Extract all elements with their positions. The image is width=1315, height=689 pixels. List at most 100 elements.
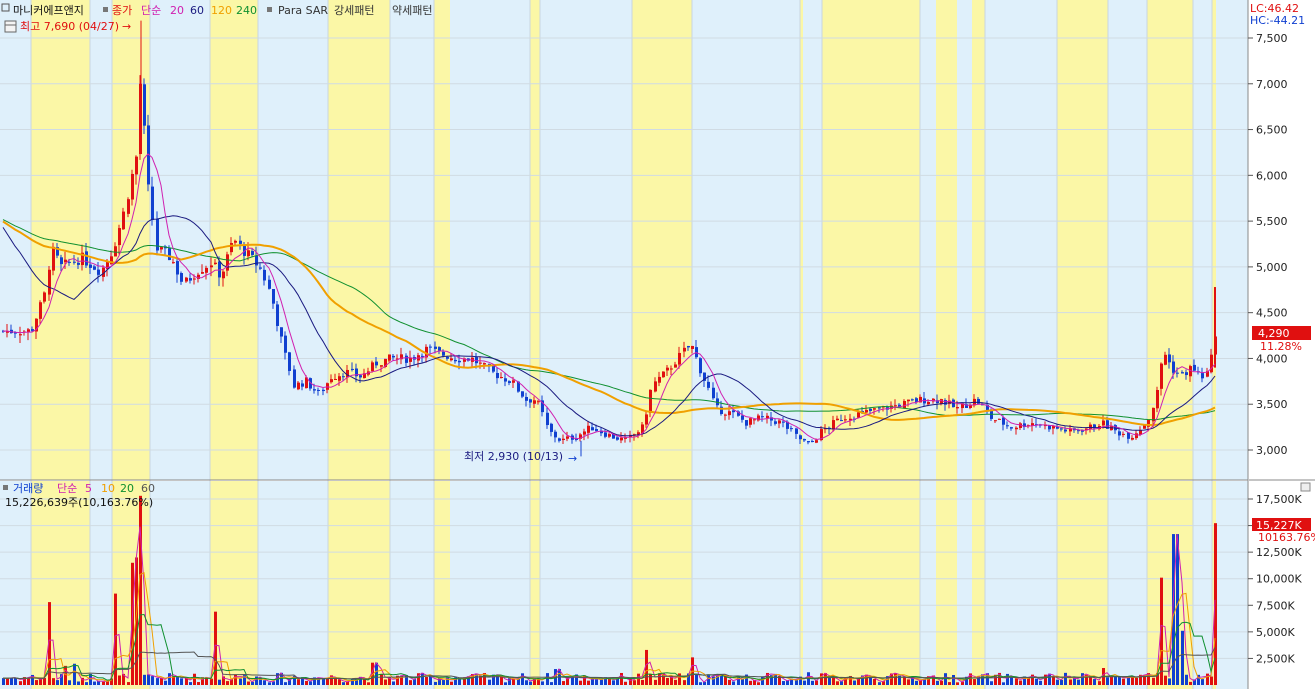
candle-body: [803, 438, 806, 441]
candle-body: [666, 367, 669, 371]
volume-bar: [1168, 678, 1171, 685]
volume-bar: [1089, 676, 1092, 685]
volume-bar: [156, 678, 159, 685]
candle-body: [533, 400, 536, 404]
strong-band: [328, 481, 390, 689]
candle-body: [334, 378, 337, 380]
candle-body: [251, 251, 254, 255]
volume-bar: [973, 679, 976, 685]
candle-body: [272, 289, 275, 304]
volume-bar: [6, 678, 9, 685]
volume-bar: [342, 682, 345, 685]
volume-bar: [1118, 676, 1121, 685]
volume-bar: [1098, 681, 1101, 685]
candle-body: [60, 257, 63, 265]
volume-bar: [143, 674, 146, 685]
candle-body: [591, 427, 594, 431]
candle-body: [712, 387, 715, 399]
volume-tick-label: 10,000K: [1256, 573, 1302, 586]
strong-band: [1057, 481, 1108, 689]
volume-bar: [1201, 679, 1204, 685]
volume-bar: [956, 682, 959, 685]
volume-bar: [853, 680, 856, 685]
volume-bar: [247, 681, 250, 685]
volume-bar: [375, 662, 378, 685]
parasar-label: Para SAR: [278, 4, 328, 17]
volume-bar: [641, 679, 644, 685]
table-icon[interactable]: [4, 20, 17, 33]
candle-body: [342, 376, 345, 378]
volume-bar: [1019, 680, 1022, 685]
candle-body: [546, 412, 549, 426]
volume-label: 거래량: [13, 482, 43, 495]
volume-bar: [803, 680, 806, 685]
volume-ma-type: 단순: [57, 482, 77, 495]
candle-body: [172, 262, 175, 264]
candle-body: [380, 365, 383, 367]
candle-body: [537, 401, 540, 403]
candle-body: [151, 186, 154, 221]
candle-body: [732, 410, 735, 413]
candle-body: [707, 381, 710, 388]
candle-body: [620, 437, 623, 441]
volume-bar: [19, 681, 22, 685]
volume-bar: [1135, 677, 1138, 685]
candle-body: [64, 259, 67, 263]
volume-bar: [442, 680, 445, 685]
candle-body: [956, 407, 959, 409]
volume-bar: [1027, 678, 1030, 685]
strong-band: [530, 0, 540, 480]
candle-body: [479, 362, 482, 364]
candle-body: [1118, 431, 1121, 436]
candle-body: [297, 382, 300, 390]
current-volume-ratio: 10163.76%: [1258, 531, 1315, 544]
volume-bar: [10, 677, 13, 685]
strong-band: [530, 481, 540, 689]
strong-band: [434, 481, 450, 689]
volume-bar: [674, 679, 677, 685]
volume-bar: [587, 680, 590, 685]
strong-band: [936, 0, 957, 480]
candle-body: [753, 419, 756, 421]
volume-bar: [52, 678, 55, 685]
volume-bar: [77, 681, 80, 685]
volume-bar: [392, 681, 395, 685]
pane-close-icon[interactable]: [1300, 482, 1311, 492]
volume-bar: [35, 680, 38, 685]
candle-body: [1201, 373, 1204, 379]
volume-bar: [571, 677, 574, 685]
candle-body: [268, 279, 271, 289]
ma120-label: 120: [211, 4, 232, 17]
candle-body: [1156, 390, 1159, 409]
candle-body: [185, 277, 188, 282]
volume-bar: [873, 678, 876, 685]
strong-band: [972, 481, 985, 689]
volume-bar: [1181, 630, 1184, 685]
candle-body: [857, 412, 860, 418]
candle-body: [122, 211, 125, 230]
strong-band: [210, 0, 258, 480]
candle-body: [193, 278, 196, 280]
candle-body: [288, 352, 291, 371]
candle-body: [93, 266, 96, 270]
candle-body: [907, 399, 910, 402]
candle-body: [201, 272, 204, 274]
strong-band: [31, 481, 90, 689]
candle-body: [442, 351, 445, 356]
candle-body: [189, 278, 192, 281]
volume-bar: [521, 673, 524, 685]
candle-body: [766, 415, 769, 419]
candle-body: [239, 240, 242, 244]
stock-chart[interactable]: 7,500 7,000 6,500 6,000 5,500 5,000 4,500 4,000…: [0, 0, 1315, 689]
candle-body: [990, 411, 993, 419]
volume-bar: [1010, 677, 1013, 685]
strong-band: [210, 481, 258, 689]
price-tick-label: 3,000: [1256, 444, 1288, 457]
volume-bar: [749, 680, 752, 685]
candle-body: [790, 428, 793, 430]
candle-body: [351, 368, 354, 370]
volume-bar: [683, 680, 686, 685]
volume-bar: [263, 680, 266, 685]
volume-bar: [1152, 677, 1155, 685]
candle-body: [878, 407, 881, 409]
